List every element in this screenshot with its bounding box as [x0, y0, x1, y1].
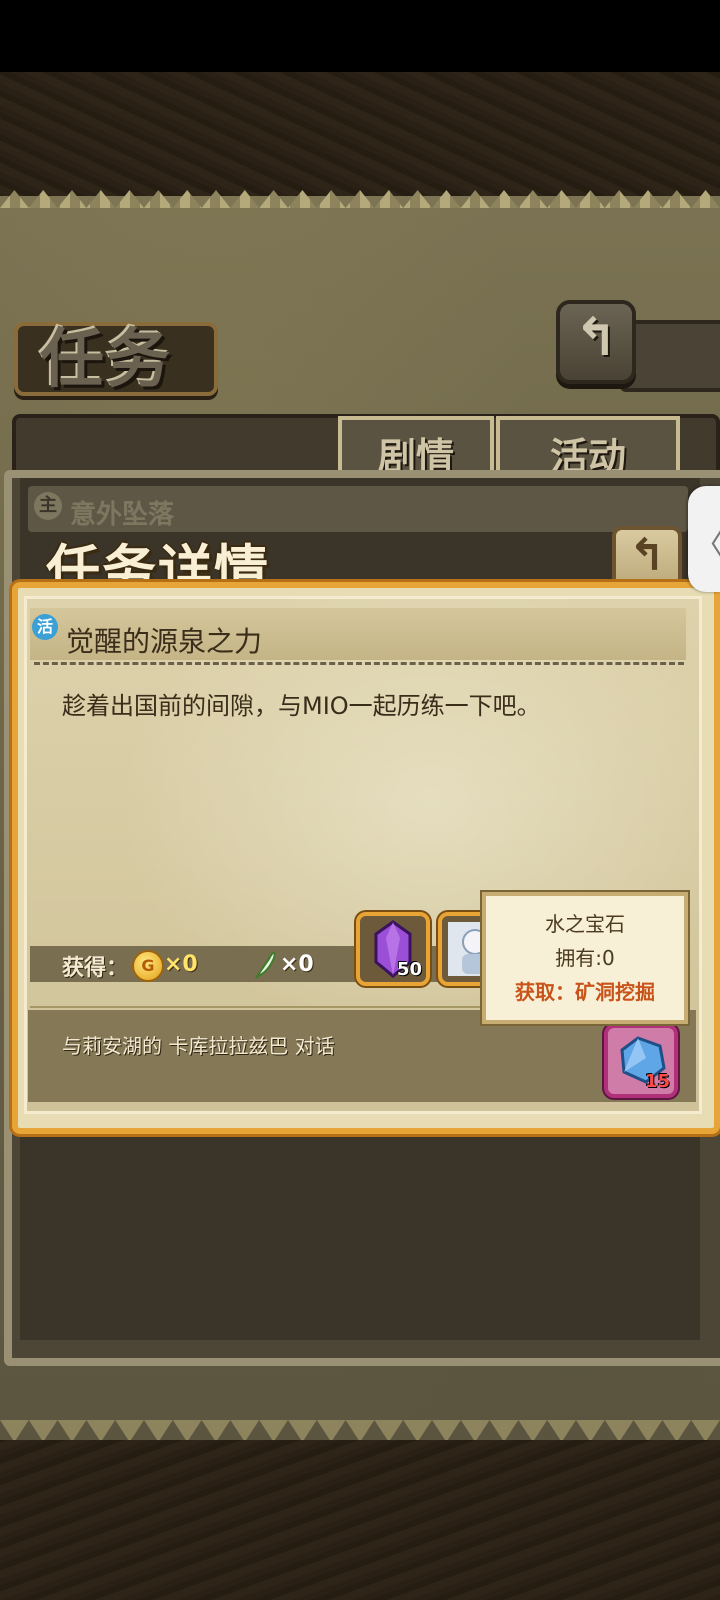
objective-item-slot[interactable]: 15 [604, 1024, 678, 1098]
item-count: 50 [396, 959, 422, 980]
back-button[interactable]: ↰ [556, 300, 636, 384]
feather-icon [255, 951, 276, 979]
return-arrow-icon: ↰ [574, 308, 618, 368]
return-arrow-icon: ↰ [628, 530, 666, 581]
dashed-divider [34, 662, 684, 665]
main-quest-icon: 主 [34, 492, 62, 520]
quest-name: 觉醒的源泉之力 [66, 625, 263, 658]
activity-quest-icon: 活 [32, 614, 58, 640]
status-bar-area [0, 0, 720, 72]
quest-objective: 与莉安湖的 卡库拉拉兹巴 对话 [62, 1034, 335, 1058]
wood-border-top [0, 72, 720, 200]
coin-count: ×0 [164, 952, 198, 977]
chevron-left-icon: 〈 [694, 520, 720, 564]
tooltip-owned: 拥有:0 [555, 946, 615, 970]
side-panel-handle[interactable]: 〈 [688, 486, 720, 592]
tooltip-source: 获取：矿洞挖掘 [515, 980, 655, 1004]
quest-description: 趁着出国前的间隙，与MIO一起历练一下吧。 [62, 692, 541, 720]
reward-label: 获得： [62, 956, 129, 981]
reward-item-slot[interactable]: 50 [356, 912, 430, 986]
page-title: 任务 [40, 323, 172, 397]
tab-event[interactable]: 活动 [496, 416, 680, 479]
wood-border-bottom [0, 1440, 720, 1600]
feather-count: ×0 [280, 952, 314, 977]
item-tooltip: 水之宝石 拥有:0 获取：矿洞挖掘 [482, 892, 688, 1024]
item-count: 15 [644, 1071, 670, 1092]
tooltip-item-name: 水之宝石 [545, 912, 625, 936]
tab-story[interactable]: 剧情 [338, 416, 494, 479]
gold-coin-icon: G [132, 950, 164, 982]
